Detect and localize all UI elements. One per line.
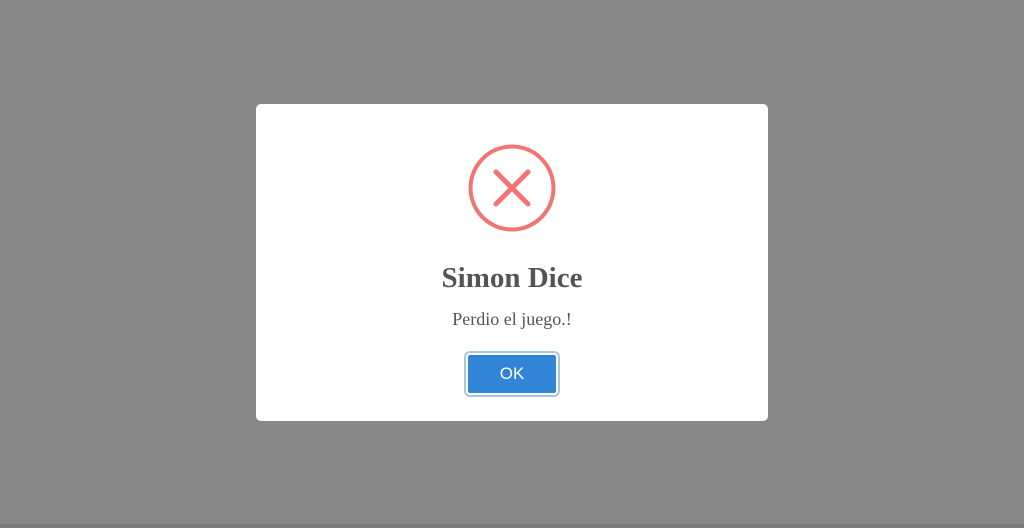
ok-button[interactable]: OK [464,351,560,397]
dialog-message: Perdio el juego.! [452,309,572,329]
game-stage: Simon Dice Perdio el juego.! OK [0,0,1024,528]
dialog-title: Simon Dice [441,262,583,294]
page-bottom-edge [0,524,1024,528]
error-x-icon [468,144,556,232]
alert-dialog: Simon Dice Perdio el juego.! OK [256,104,768,421]
